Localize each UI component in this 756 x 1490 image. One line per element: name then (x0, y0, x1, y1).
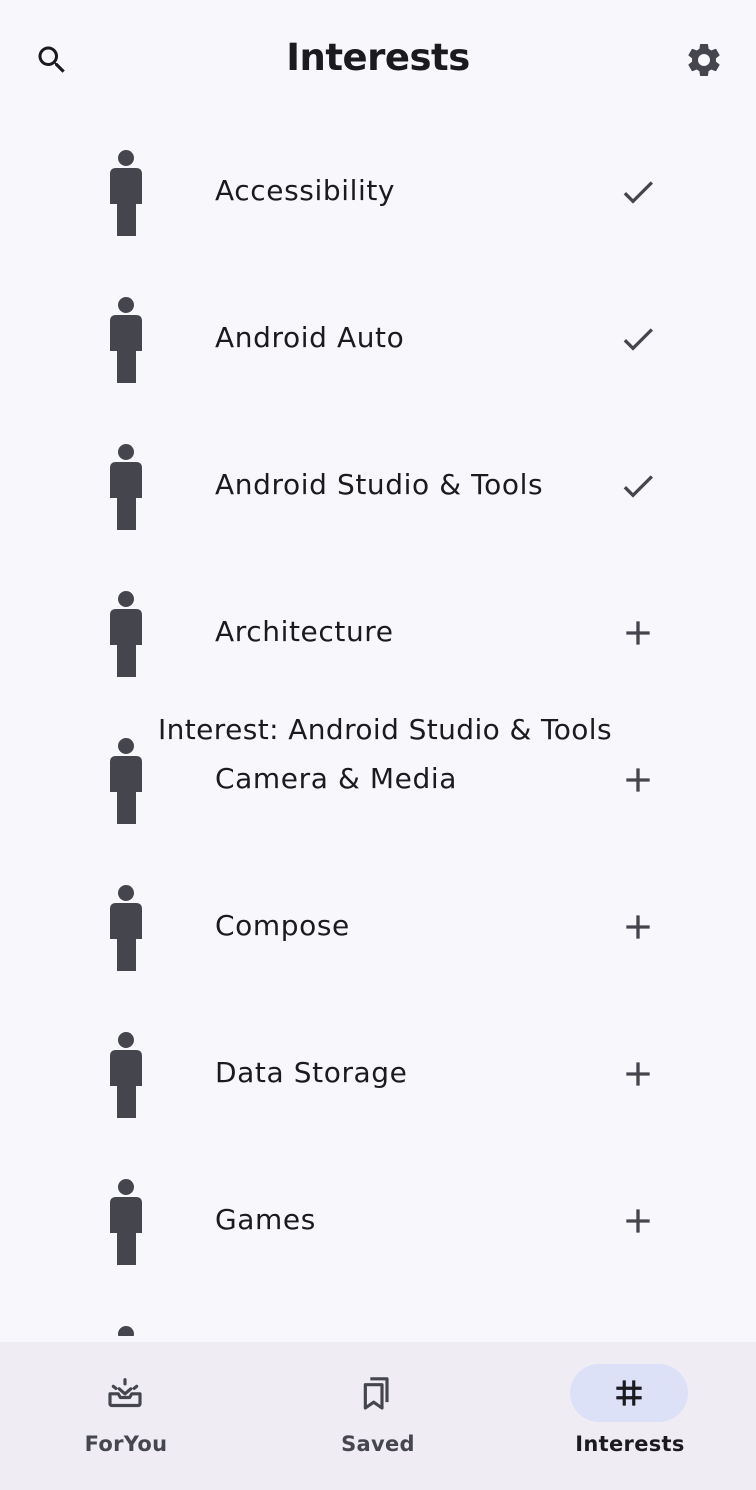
check-icon (623, 181, 653, 204)
person-icon (110, 1179, 142, 1265)
plus-icon (626, 768, 650, 792)
interest-name: Android Auto (215, 321, 405, 354)
nav-label: Saved (341, 1432, 415, 1456)
top-app-bar: Interests (0, 0, 756, 120)
person-icon (110, 885, 142, 971)
person-icon (110, 297, 142, 383)
person-icon (110, 591, 142, 677)
bookmarks-icon (363, 1377, 389, 1410)
follow-toggle-button[interactable] (612, 1048, 664, 1100)
person-icon (110, 150, 142, 236)
person-icon (118, 1326, 134, 1336)
follow-toggle-button[interactable] (612, 313, 664, 365)
follow-toggle-button[interactable] (612, 460, 664, 512)
check-icon (623, 328, 653, 351)
interest-name: Games (215, 1203, 316, 1236)
interest-row-data-storage[interactable]: Data Storage (0, 1002, 756, 1149)
follow-toggle-button[interactable] (612, 754, 664, 806)
interest-tooltip: Interest: Android Studio & Tools (158, 713, 612, 746)
plus-icon (626, 915, 650, 939)
nav-label: ForYou (84, 1432, 168, 1456)
interest-row-android-auto[interactable]: Android Auto (0, 267, 756, 414)
settings-button[interactable] (676, 32, 732, 88)
person-icon (110, 1032, 142, 1118)
gear-icon (688, 43, 720, 76)
inbox-upcoming-icon (108, 1378, 142, 1408)
plus-icon (626, 1062, 650, 1086)
page-title: Interests (286, 36, 470, 79)
person-icon (110, 738, 142, 824)
interest-row-android-studio-tools[interactable]: Android Studio & Tools (0, 414, 756, 561)
interest-name: Data Storage (215, 1056, 408, 1089)
plus-icon (626, 621, 650, 645)
person-icon (110, 444, 142, 530)
interest-name: Camera & Media (215, 762, 458, 795)
nav-item-saved[interactable]: Saved (252, 1342, 504, 1490)
check-icon (623, 475, 653, 498)
interest-row-architecture[interactable]: Architecture (0, 561, 756, 708)
interest-row-accessibility[interactable]: Accessibility (0, 120, 756, 267)
interest-row-partial[interactable] (0, 1296, 756, 1336)
interest-name: Architecture (215, 615, 394, 648)
follow-toggle-button[interactable] (612, 166, 664, 218)
nav-item-interests[interactable]: Interests (504, 1342, 756, 1490)
nav-item-foryou[interactable]: ForYou (0, 1342, 252, 1490)
follow-toggle-button[interactable] (612, 1195, 664, 1247)
interest-name: Compose (215, 909, 350, 942)
hashtag-icon (616, 1380, 642, 1406)
interest-row-games[interactable]: Games (0, 1149, 756, 1296)
interest-row-compose[interactable]: Compose (0, 855, 756, 1002)
nav-indicator (66, 1364, 184, 1422)
nav-label: Interests (575, 1432, 685, 1456)
plus-icon (626, 1209, 650, 1233)
nav-indicator (570, 1364, 688, 1422)
follow-toggle-button[interactable] (612, 607, 664, 659)
follow-toggle-button[interactable] (612, 901, 664, 953)
interest-name: Accessibility (215, 174, 396, 207)
bottom-navigation-bar: ForYou Saved Interests (0, 1342, 756, 1490)
interest-name: Android Studio & Tools (215, 468, 544, 501)
nav-indicator (318, 1364, 436, 1422)
